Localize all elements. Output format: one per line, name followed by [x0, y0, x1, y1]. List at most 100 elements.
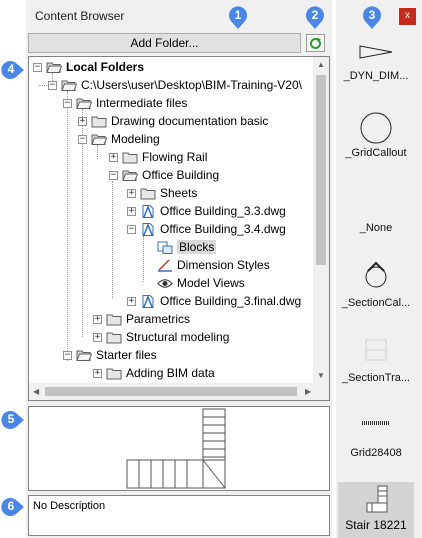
tree-node-adding-bim-data[interactable]: + Adding BIM data — [93, 364, 215, 382]
tree-node-label: Office Building_3.4.dwg — [160, 222, 286, 236]
panel-title: Content Browser — [35, 9, 125, 23]
collapse-icon[interactable]: − — [78, 134, 87, 144]
open-folder-icon — [76, 98, 92, 109]
tree-node-sheets[interactable]: + Sheets — [127, 184, 197, 202]
tree-node-dimension-styles[interactable]: Dimension Styles — [157, 256, 270, 274]
circle-icon — [360, 112, 392, 144]
folder-tree: − Local Folders − C:\Users\user\Desktop\… — [28, 56, 330, 401]
tree-node-label: Sheets — [160, 186, 198, 200]
tile-label: _DYN_DIM... — [343, 70, 409, 82]
callout-marker-5: 5 — [1, 410, 24, 430]
tree-node-modeling[interactable]: − Modeling — [78, 130, 160, 148]
scroll-up-icon[interactable]: ▲ — [317, 60, 325, 70]
scroll-left-icon[interactable]: ◀ — [33, 387, 39, 397]
tree-node-label: Intermediate files — [96, 96, 188, 110]
vertical-scroll-thumb[interactable] — [316, 75, 326, 265]
folder-icon — [106, 368, 122, 379]
scroll-right-icon[interactable]: ▶ — [305, 387, 311, 397]
tree-node-office-building-3-3[interactable]: + Office Building_3.3.dwg — [127, 202, 286, 220]
expand-icon[interactable]: + — [93, 332, 102, 342]
callout-marker-3: 3 — [362, 6, 382, 30]
open-folder-icon — [61, 80, 77, 91]
folder-icon — [106, 332, 122, 343]
expand-icon[interactable]: + — [127, 206, 136, 216]
open-folder-icon — [91, 134, 107, 145]
vertical-scrollbar[interactable]: ▲ ▼ — [313, 57, 329, 384]
preview-pane — [28, 406, 330, 491]
tree-node-label: Office Building — [142, 168, 220, 182]
tree-node-model-views[interactable]: Model Views — [157, 274, 245, 292]
folder-icon — [91, 116, 107, 127]
tree-node-structural-modeling[interactable]: + Structural modeling — [93, 328, 229, 346]
expand-icon[interactable]: + — [93, 314, 102, 324]
tree-node-office-building-3-4[interactable]: − Office Building_3.4.dwg — [127, 220, 286, 238]
open-folder-icon — [46, 62, 62, 73]
stair-preview-image — [126, 408, 226, 489]
palette-tile-grid[interactable]: Grid28408 — [338, 405, 414, 465]
grid-icon — [362, 421, 390, 425]
tile-label: Grid28408 — [350, 447, 402, 459]
collapse-icon[interactable]: − — [63, 98, 72, 108]
callout-marker-1: 1 — [228, 6, 248, 30]
tile-label: _GridCallout — [345, 147, 407, 159]
tree-node-blocks[interactable]: Blocks — [157, 238, 217, 256]
expand-icon[interactable]: + — [78, 116, 87, 126]
tree-node-starter-files[interactable]: − Starter files — [63, 346, 157, 364]
tile-label: _SectionTra... — [341, 372, 411, 384]
tree-node-parametrics[interactable]: + Parametrics — [93, 310, 190, 328]
palette-tile-grid-callout[interactable]: _GridCallout — [338, 100, 414, 168]
tree-node-label: C:\Users\user\Desktop\BIM-Training-V20\ — [81, 78, 302, 92]
tree-node-label: Flowing Rail — [142, 150, 208, 164]
collapse-icon[interactable]: − — [48, 80, 57, 90]
dwg-file-icon — [142, 222, 154, 236]
expand-icon[interactable]: + — [127, 296, 136, 306]
folder-icon — [140, 188, 156, 199]
expand-icon[interactable]: + — [109, 152, 118, 162]
tree-node-label: Adding BIM data — [126, 366, 215, 380]
collapse-icon[interactable]: − — [33, 62, 42, 72]
tree-node-local-folders[interactable]: − Local Folders — [33, 58, 144, 76]
tree-node-label: Blocks — [177, 240, 217, 254]
refresh-icon — [310, 37, 321, 49]
dwg-file-icon — [142, 204, 154, 218]
tree-node-label: Starter files — [96, 348, 157, 362]
expand-icon[interactable]: + — [127, 188, 136, 198]
refresh-button[interactable] — [306, 34, 325, 52]
horizontal-scroll-thumb[interactable] — [45, 387, 297, 396]
tree-node-label: Model Views — [177, 276, 245, 290]
scroll-down-icon[interactable]: ▼ — [317, 371, 325, 381]
tree-node-label: Parametrics — [126, 312, 191, 326]
tree-node-flowing-rail[interactable]: + Flowing Rail — [109, 148, 207, 166]
expand-icon[interactable]: + — [93, 368, 102, 378]
dwg-file-icon — [142, 294, 154, 308]
tree-node-office-building-final[interactable]: + Office Building_3.final.dwg — [127, 292, 301, 310]
close-button[interactable]: x — [399, 8, 416, 25]
collapse-icon[interactable]: − — [109, 170, 118, 180]
tree-node-office-building[interactable]: − Office Building — [109, 166, 219, 184]
open-folder-icon — [76, 350, 92, 361]
add-folder-button[interactable]: Add Folder... — [28, 33, 301, 53]
tile-label: Stair 18221 — [345, 518, 407, 532]
tree-node-label: Local Folders — [66, 60, 145, 74]
tree-node-label: Dimension Styles — [177, 258, 270, 272]
tree-node-intermediate-files[interactable]: − Intermediate files — [63, 94, 187, 112]
tile-label: _None — [359, 222, 393, 234]
eye-icon — [157, 278, 173, 288]
tree-node-drawing-documentation[interactable]: + Drawing documentation basic — [78, 112, 268, 130]
palette-tile-dyn-dim[interactable]: _DYN_DIM... — [338, 30, 414, 90]
collapse-icon[interactable]: − — [127, 224, 136, 234]
palette-tile-stair[interactable]: Stair 18221 — [338, 482, 414, 538]
palette-tile-none[interactable]: _None — [338, 200, 414, 240]
horizontal-scrollbar[interactable]: ◀ ▶ — [29, 383, 329, 400]
folder-icon — [122, 152, 138, 163]
content-browser-panel: Content Browser Add Folder... − Local Fo… — [26, 0, 332, 538]
description-box: No Description — [28, 495, 330, 536]
dimension-styles-icon — [158, 258, 172, 272]
tree-node-desktop-path[interactable]: − C:\Users\user\Desktop\BIM-Training-V20… — [48, 76, 302, 94]
palette-tile-section-tra[interactable]: _SectionTra... — [338, 330, 414, 390]
folder-icon — [106, 314, 122, 325]
section-callout-icon — [365, 261, 387, 288]
block-palette: x _DYN_DIM... _GridCallout _None _Sectio… — [336, 0, 422, 538]
palette-tile-section-callout[interactable]: _SectionCal... — [338, 255, 414, 315]
collapse-icon[interactable]: − — [63, 350, 72, 360]
